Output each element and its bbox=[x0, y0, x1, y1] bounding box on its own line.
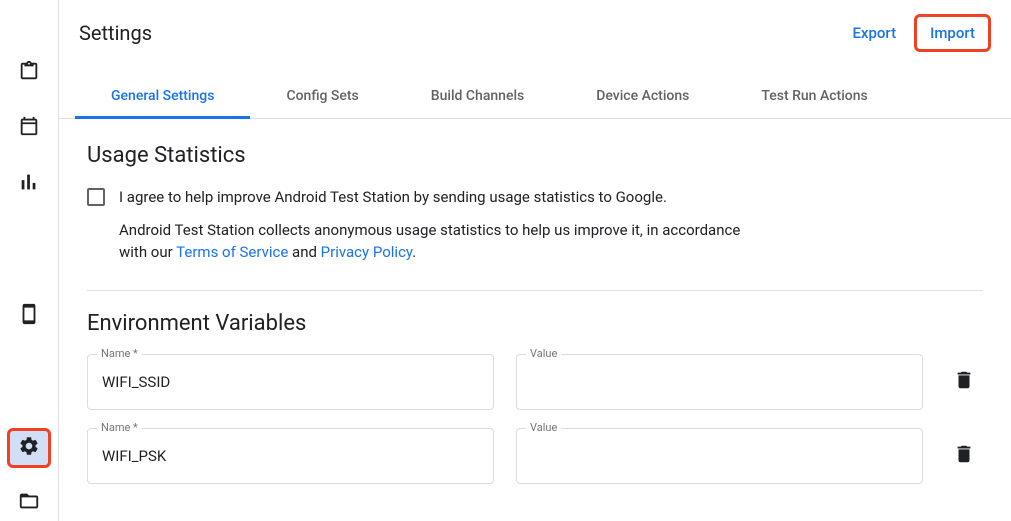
usage-description: Android Test Station collects anonymous … bbox=[119, 219, 759, 264]
clipboard-icon bbox=[18, 60, 40, 86]
usage-statistics-title: Usage Statistics bbox=[87, 143, 983, 168]
folder-icon bbox=[18, 490, 40, 516]
sidebar-item-settings[interactable] bbox=[9, 430, 49, 465]
env-name-input[interactable] bbox=[87, 428, 494, 484]
tab-build-channels[interactable]: Build Channels bbox=[395, 74, 560, 118]
delete-env-row-button[interactable] bbox=[945, 361, 983, 402]
tabs: General Settings Config Sets Build Chann… bbox=[59, 74, 1011, 119]
usage-checkbox-row: I agree to help improve Android Test Sta… bbox=[87, 186, 727, 209]
env-row: Name * Value bbox=[87, 428, 983, 484]
tab-device-actions[interactable]: Device Actions bbox=[560, 74, 725, 118]
sidebar-item-schedule[interactable] bbox=[9, 110, 49, 145]
export-button[interactable]: Export bbox=[838, 16, 910, 50]
sidebar-item-devices[interactable] bbox=[9, 298, 49, 333]
env-name-label: Name * bbox=[97, 347, 142, 360]
header-actions: Export Import bbox=[838, 16, 989, 50]
env-rows: Name * Value Name * bbox=[87, 354, 983, 484]
env-value-label: Value bbox=[526, 347, 561, 360]
env-name-input[interactable] bbox=[87, 354, 494, 410]
env-name-field-group: Name * bbox=[87, 354, 494, 410]
environment-variables-title: Environment Variables bbox=[87, 311, 983, 336]
calendar-icon bbox=[18, 115, 40, 141]
privacy-policy-link[interactable]: Privacy Policy bbox=[321, 243, 413, 261]
env-name-label: Name * bbox=[97, 421, 142, 434]
terms-of-service-link[interactable]: Terms of Service bbox=[176, 243, 288, 261]
tab-test-run-actions[interactable]: Test Run Actions bbox=[725, 74, 903, 118]
trash-icon bbox=[953, 369, 975, 394]
main: Settings Export Import General Settings … bbox=[59, 0, 1011, 521]
trash-icon bbox=[953, 443, 975, 468]
env-value-label: Value bbox=[526, 421, 561, 434]
usage-desc-suffix: . bbox=[412, 243, 416, 261]
bar-chart-icon bbox=[18, 171, 40, 197]
sidebar-item-assignment[interactable] bbox=[9, 55, 49, 90]
env-name-field-group: Name * bbox=[87, 428, 494, 484]
header: Settings Export Import bbox=[59, 0, 1011, 50]
usage-desc-and: and bbox=[288, 243, 320, 261]
env-value-field-group: Value bbox=[516, 354, 923, 410]
env-row: Name * Value bbox=[87, 354, 983, 410]
usage-checkbox-label: I agree to help improve Android Test Sta… bbox=[119, 186, 667, 209]
env-value-field-group: Value bbox=[516, 428, 923, 484]
env-value-input[interactable] bbox=[516, 428, 923, 484]
gear-icon bbox=[18, 435, 40, 461]
divider bbox=[87, 290, 983, 291]
smartphone-icon bbox=[18, 303, 40, 329]
tab-general-settings[interactable]: General Settings bbox=[75, 74, 250, 118]
content: Usage Statistics I agree to help improve… bbox=[59, 119, 1011, 521]
env-value-input[interactable] bbox=[516, 354, 923, 410]
sidebar bbox=[0, 0, 59, 521]
import-button[interactable]: Import bbox=[916, 16, 989, 50]
delete-env-row-button[interactable] bbox=[945, 435, 983, 476]
usage-checkbox[interactable] bbox=[87, 188, 105, 206]
sidebar-item-analytics[interactable] bbox=[9, 166, 49, 201]
tab-config-sets[interactable]: Config Sets bbox=[250, 74, 394, 118]
page-title: Settings bbox=[79, 21, 152, 45]
sidebar-item-folder[interactable] bbox=[9, 486, 49, 521]
